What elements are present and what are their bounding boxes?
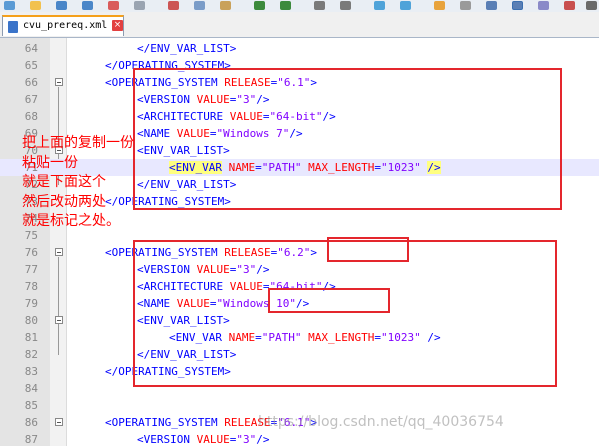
line-number: 86	[24, 416, 38, 429]
copy-icon[interactable]	[194, 1, 205, 10]
line-number: 68	[24, 110, 38, 123]
xml-tag: <VERSION	[137, 433, 197, 446]
line-number: 87	[24, 433, 38, 446]
line-number: 66	[24, 76, 38, 89]
fold-toggle-icon[interactable]	[55, 316, 63, 324]
code-line[interactable]: 64 </ENV_VAR_LIST>	[0, 40, 599, 57]
annotation-box-release	[327, 237, 409, 262]
line-number: 67	[24, 93, 38, 106]
line-number: 65	[24, 59, 38, 72]
line-number: 81	[24, 331, 38, 344]
new-file-icon[interactable]	[4, 1, 15, 10]
fold-toggle-icon[interactable]	[55, 78, 63, 86]
line-number: 84	[24, 382, 38, 395]
tab-title: cvu_prereq.xml	[23, 20, 108, 31]
code-line[interactable]: 85	[0, 397, 599, 414]
xml-tag: </ENV_VAR_LIST>	[137, 42, 237, 55]
cut-icon[interactable]	[168, 1, 179, 10]
annotation-box-copy	[133, 240, 557, 387]
language-icon[interactable]	[538, 1, 549, 10]
xml-tag: />	[256, 433, 270, 446]
code-text: <VERSION VALUE="3"/>	[137, 431, 269, 448]
code-text: </ENV_VAR_LIST>	[137, 40, 236, 57]
annotation-box-name	[268, 288, 390, 313]
zoom-in-icon[interactable]	[374, 1, 385, 10]
code-editor[interactable]: 64 </ENV_VAR_LIST> 65 </OPERATING_SYSTEM> 66…	[0, 38, 599, 446]
close-icon[interactable]: ×	[112, 20, 123, 31]
line-number: 79	[24, 297, 38, 310]
tab-cvu-prereq-xml[interactable]: cvu_prereq.xml ×	[2, 15, 124, 36]
save-all-icon[interactable]	[82, 1, 93, 10]
line-number: 64	[24, 42, 38, 55]
line-number: 85	[24, 399, 38, 412]
save-icon[interactable]	[56, 1, 67, 10]
paste-icon[interactable]	[220, 1, 231, 10]
play-macro-icon[interactable]	[586, 1, 597, 10]
line-number: 80	[24, 314, 38, 327]
fold-toggle-icon[interactable]	[55, 418, 63, 426]
open-file-icon[interactable]	[30, 1, 41, 10]
word-wrap-icon[interactable]	[460, 1, 471, 10]
xml-attribute: VALUE	[196, 433, 230, 446]
close-file-icon[interactable]	[108, 1, 119, 10]
line-number: 77	[24, 263, 38, 276]
code-line[interactable]: 87 <VERSION VALUE="3"/>	[0, 431, 599, 448]
print-icon[interactable]	[134, 1, 145, 10]
line-number: 83	[24, 365, 38, 378]
tab-bar: cvu_prereq.xml ×	[0, 12, 599, 38]
undo-icon[interactable]	[254, 1, 265, 10]
zoom-out-icon[interactable]	[400, 1, 411, 10]
record-macro-icon[interactable]	[564, 1, 575, 10]
file-icon	[8, 21, 18, 33]
sync-scroll-icon[interactable]	[434, 1, 445, 10]
replace-icon[interactable]	[340, 1, 351, 10]
xml-tag: <OPERATING_SYSTEM	[105, 416, 225, 429]
annotation-box-original	[133, 68, 562, 210]
annotation-note: 把上面的复制一份 粘贴一份 就是下面这个 然后改动两处 就是标记之处。	[22, 135, 134, 229]
show-symbols-icon[interactable]	[486, 1, 497, 10]
redo-icon[interactable]	[280, 1, 291, 10]
line-number: 78	[24, 280, 38, 293]
xml-value: "3"	[236, 433, 257, 446]
indent-guide-icon[interactable]	[512, 1, 523, 10]
find-icon[interactable]	[314, 1, 325, 10]
fold-toggle-icon[interactable]	[55, 248, 63, 256]
watermark: https://blog.csdn.net/qq_40036754	[258, 414, 504, 430]
line-number: 76	[24, 246, 38, 259]
line-number: 82	[24, 348, 38, 361]
